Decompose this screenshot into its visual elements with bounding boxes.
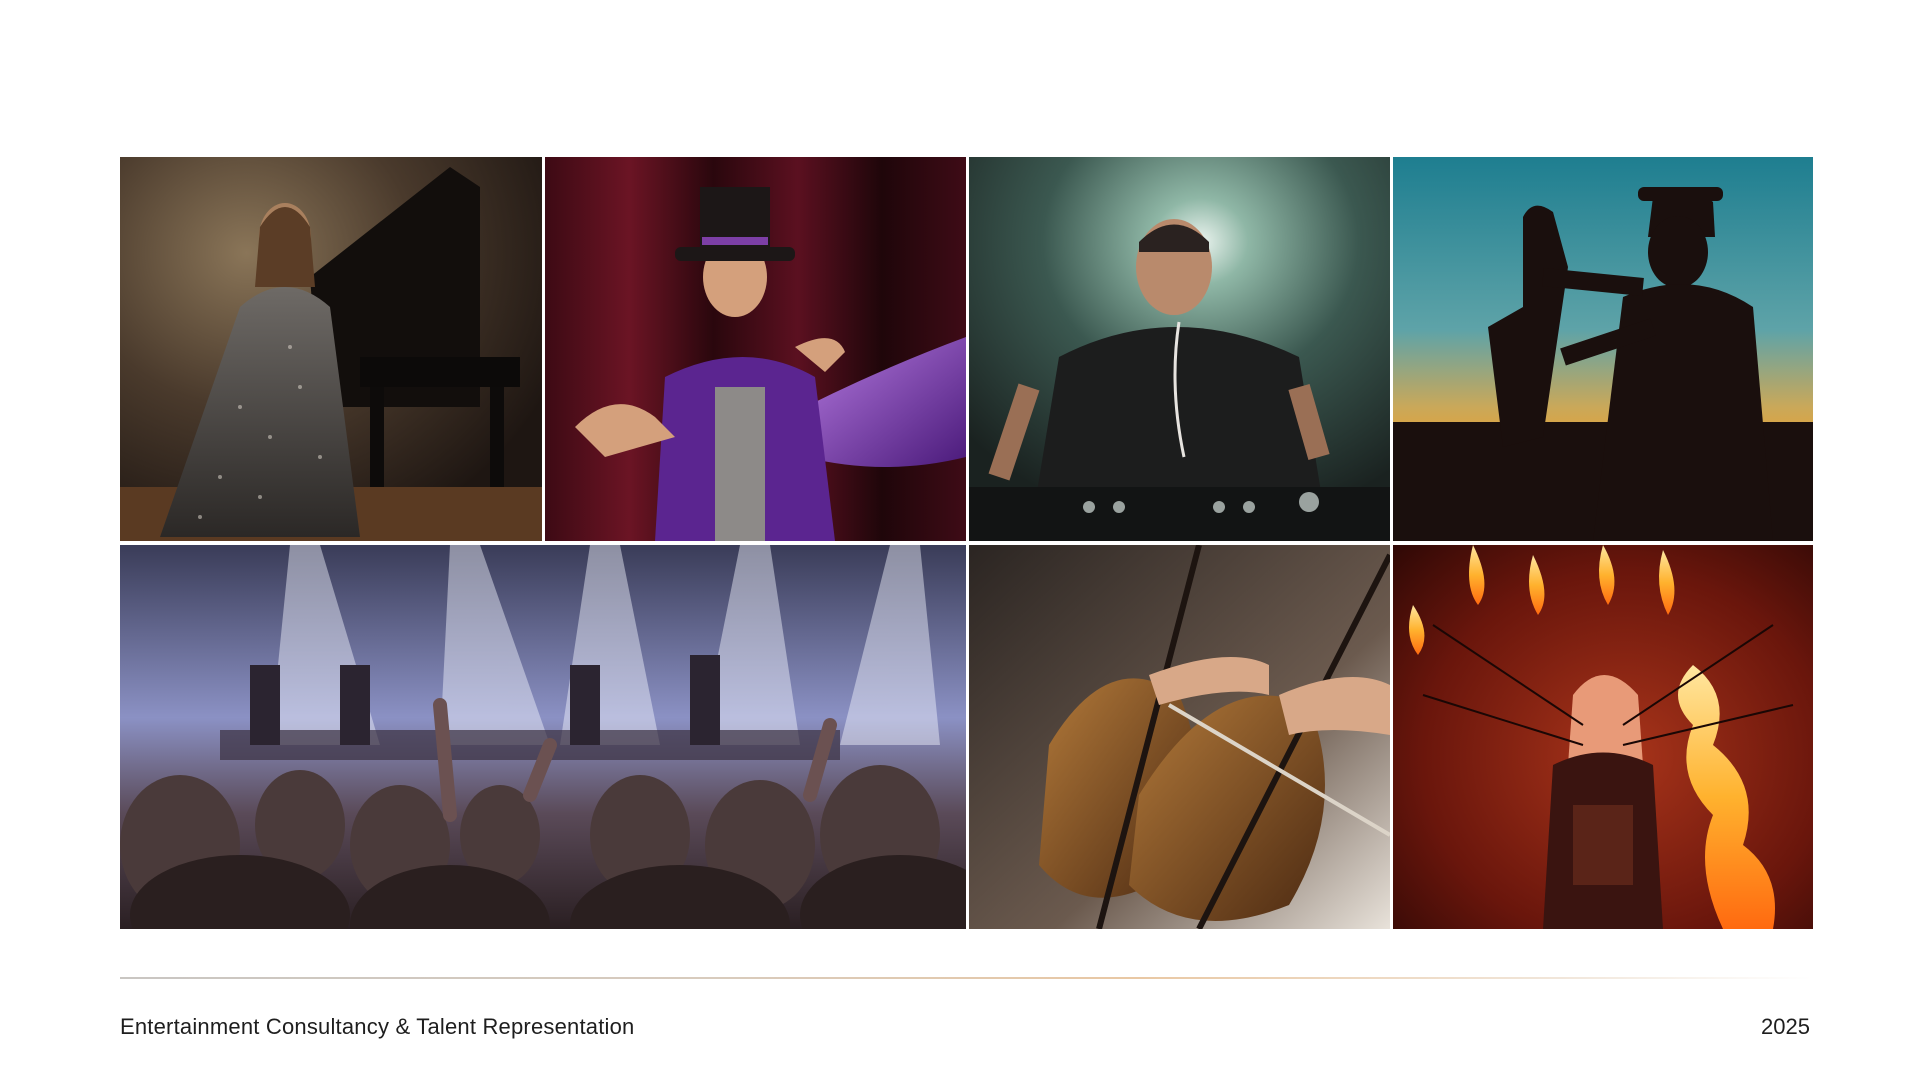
concert-crowd-photo: [120, 545, 966, 929]
footer-year: 2025: [1761, 1014, 1810, 1039]
magician-photo: [545, 157, 966, 541]
cello-orchestra-photo: [969, 545, 1390, 929]
footer-tagline: Entertainment Consultancy & Talent Repre…: [120, 1014, 635, 1039]
dj-photo: [969, 157, 1390, 541]
footer-divider: [120, 977, 1813, 979]
fire-performer-photo: [1393, 545, 1813, 929]
pianist-photo: [120, 157, 542, 541]
photo-gallery: [120, 157, 1813, 929]
saxophonist-silhouette-photo: [1393, 157, 1813, 541]
